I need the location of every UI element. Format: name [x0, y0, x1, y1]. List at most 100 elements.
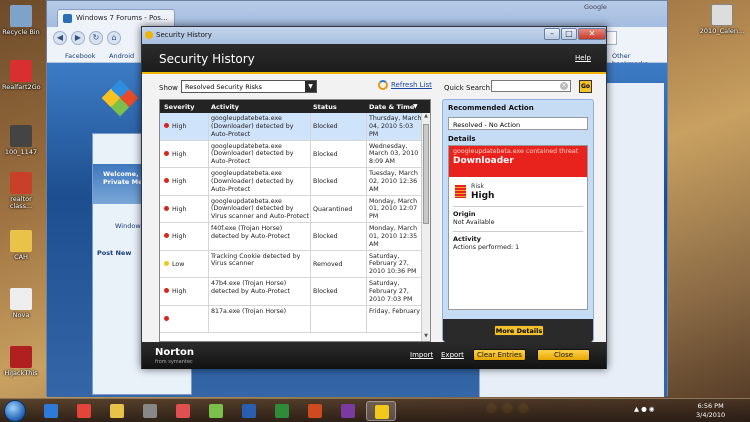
- table-row[interactable]: High f40f.exe (Trojan Horse) detected by …: [160, 223, 423, 251]
- severity-cell: High: [164, 233, 186, 241]
- clear-search-icon[interactable]: ×: [560, 82, 568, 90]
- show-label: Show: [159, 84, 178, 92]
- origin-value: Not Available: [453, 219, 495, 226]
- table-scrollbar[interactable]: ▲ ▼: [421, 113, 430, 341]
- scroll-down-icon[interactable]: ▼: [422, 333, 430, 341]
- severity-cell: High: [164, 178, 186, 186]
- taskbar-norton-button[interactable]: [366, 401, 396, 421]
- norton-icon: [145, 31, 153, 39]
- column-divider: [366, 278, 367, 305]
- desktop-icon[interactable]: HiJackThis: [2, 346, 40, 377]
- maximize-button[interactable]: □: [561, 28, 577, 40]
- desktop-icon-calendar[interactable]: 2010_Calen...: [698, 4, 746, 35]
- column-severity[interactable]: Severity: [164, 103, 195, 111]
- taskbar-chrome-button[interactable]: [69, 401, 99, 421]
- taskbar-media-button[interactable]: [135, 401, 165, 421]
- export-link[interactable]: Export: [441, 351, 464, 359]
- post-new-label[interactable]: Post New: [97, 249, 131, 257]
- table-row[interactable]: High 47b4.exe (Trojan Horse) detected by …: [160, 278, 423, 306]
- show-dropdown-value: Resolved Security Risks: [185, 83, 263, 91]
- more-details-button[interactable]: More Details: [494, 325, 544, 336]
- date-cell: Tuesday, March 02, 2010 12:36 AM: [369, 170, 418, 193]
- desktop-icon[interactable]: CAH: [2, 230, 40, 261]
- window-title: Security History: [156, 31, 212, 39]
- table-row[interactable]: High googleupdatebeta.exe (Downloader) de…: [160, 140, 423, 168]
- severity-dot-icon: [164, 315, 169, 321]
- home-icon[interactable]: ⌂: [107, 31, 121, 45]
- go-button[interactable]: Go: [579, 80, 592, 93]
- scroll-up-icon[interactable]: ▲: [422, 113, 430, 122]
- chevron-down-icon: ▼: [305, 81, 316, 92]
- table-row[interactable]: 817a.exe (Trojan Horse) Friday, February: [160, 305, 423, 333]
- severity-text: High: [172, 123, 187, 130]
- column-divider: [310, 278, 311, 305]
- taskbar-clock[interactable]: 6:56 PM 3/4/2010: [696, 402, 725, 420]
- system-tray-icons[interactable]: ▲ ● ◉: [634, 405, 654, 413]
- minimize-button[interactable]: –: [544, 28, 560, 40]
- taskbar-onenote-button[interactable]: [333, 401, 363, 421]
- close-button[interactable]: Close: [537, 349, 590, 361]
- column-status[interactable]: Status: [313, 103, 337, 111]
- desktop-icon[interactable]: Recycle Bin: [2, 5, 40, 36]
- desktop-icon[interactable]: realtor class...: [2, 172, 40, 210]
- bookmark-android[interactable]: Android: [109, 52, 134, 60]
- show-dropdown[interactable]: Resolved Security Risks ▼: [181, 80, 317, 93]
- taskbar-word-button[interactable]: [234, 401, 264, 421]
- status-cell: Blocked: [313, 288, 338, 295]
- desktop-icon[interactable]: 100_1147: [2, 125, 40, 156]
- taskbar-yahoo-button[interactable]: [168, 401, 198, 421]
- threat-banner: googleupdatebeta.exe contained threat Do…: [449, 146, 587, 177]
- bookmark-facebook[interactable]: Facebook: [65, 52, 96, 60]
- table-row[interactable]: Low Tracking Cookie detected by Virus sca…: [160, 250, 423, 278]
- severity-dot-icon: [164, 233, 169, 238]
- severity-cell: High: [164, 123, 186, 131]
- taskbar-explorer-button[interactable]: [102, 401, 132, 421]
- word-icon: [242, 404, 256, 418]
- yahoo-icon: [176, 404, 190, 418]
- start-button[interactable]: [4, 400, 26, 422]
- desktop-icon[interactable]: Nova: [2, 288, 40, 319]
- powerpoint-icon: [308, 404, 322, 418]
- status-cell: Blocked: [313, 123, 338, 130]
- taskbar-picasa-button[interactable]: [201, 401, 231, 421]
- taskbar-ie-button[interactable]: [36, 401, 66, 421]
- table-row[interactable]: High googleupdatebeta.exe (Downloader) de…: [160, 195, 423, 223]
- norton-logo: Norton: [155, 347, 194, 358]
- browser-tab[interactable]: Windows 7 Forums - Pos...: [57, 9, 175, 27]
- date-cell: Friday, February: [369, 307, 420, 315]
- table-row[interactable]: High googleupdatebeta.exe (Downloader) de…: [160, 168, 423, 196]
- forward-icon[interactable]: ▶: [71, 31, 85, 45]
- help-link[interactable]: Help: [575, 54, 591, 62]
- reload-icon[interactable]: ↻: [89, 31, 103, 45]
- desktop-icon[interactable]: Realfart2Go: [2, 60, 41, 91]
- activity-cell: 817a.exe (Trojan Horse): [211, 307, 287, 315]
- column-date-time[interactable]: Date & Time: [369, 103, 414, 111]
- severity-text: High: [172, 233, 187, 240]
- desktop-shortcut-icon: [10, 60, 32, 82]
- column-divider: [208, 113, 209, 140]
- desktop-icon-label: CAH: [14, 253, 28, 261]
- table-row[interactable]: High googleupdatebeta.exe (Downloader) de…: [160, 113, 423, 141]
- column-divider: [208, 278, 209, 305]
- scrollbar-thumb[interactable]: [423, 124, 429, 224]
- back-icon[interactable]: ◀: [53, 31, 67, 45]
- quick-search-input[interactable]: ×: [491, 80, 571, 92]
- column-divider: [208, 223, 209, 250]
- details-panel: Recommended Action Resolved - No Action …: [442, 99, 594, 342]
- sort-descending-icon[interactable]: ▼: [413, 103, 418, 110]
- clock-date: 3/4/2010: [696, 410, 726, 419]
- import-link[interactable]: Import: [410, 351, 433, 359]
- forum-link[interactable]: Windows: [115, 222, 144, 230]
- excel-icon: [275, 404, 289, 418]
- desktop-shortcut-icon: [10, 288, 32, 310]
- severity-cell: High: [164, 150, 186, 159]
- taskbar-powerpoint-button[interactable]: [300, 401, 330, 421]
- clear-entries-button[interactable]: Clear Entries: [473, 349, 526, 361]
- taskbar-excel-button[interactable]: [267, 401, 297, 421]
- close-window-button[interactable]: ✕: [578, 28, 606, 40]
- column-divider: [366, 168, 367, 195]
- column-activity[interactable]: Activity: [211, 103, 239, 111]
- refresh-list-link[interactable]: Refresh List: [378, 80, 432, 90]
- column-divider: [366, 195, 367, 222]
- column-divider: [366, 305, 367, 332]
